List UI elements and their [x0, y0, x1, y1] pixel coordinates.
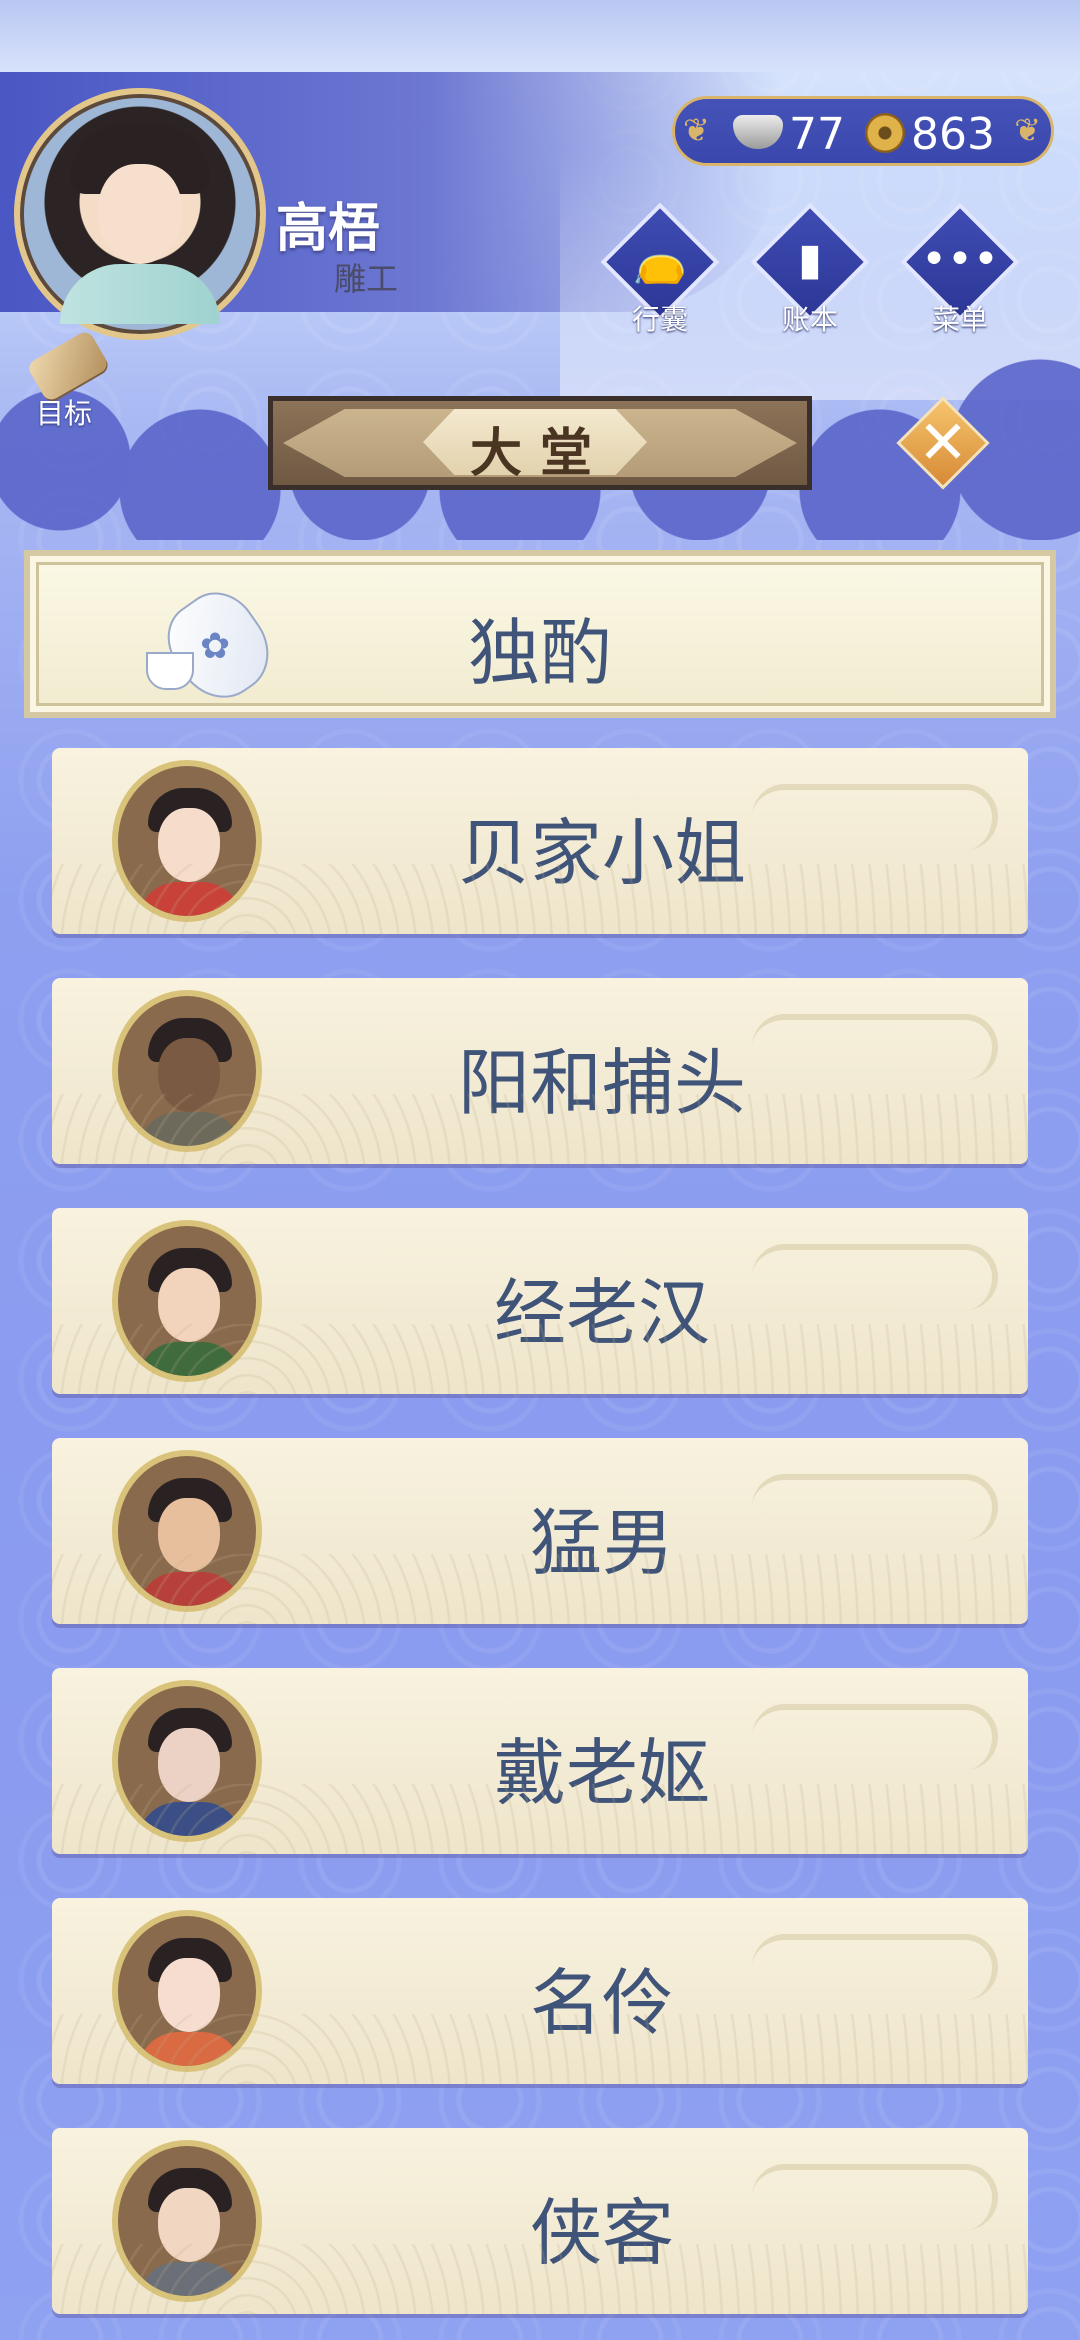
- portrait-face: [158, 2188, 220, 2262]
- portrait-face: [158, 1038, 220, 1112]
- hall-title-banner: 大堂: [268, 396, 812, 490]
- portrait-clothing: [138, 1342, 242, 1376]
- player-title: 雕工: [334, 260, 399, 298]
- character-card[interactable]: 猛男: [52, 1438, 1028, 1624]
- character-name: 猛男: [529, 1501, 674, 1585]
- character-portrait: [112, 990, 262, 1152]
- bag-button[interactable]: 👝 行囊: [598, 202, 722, 342]
- character-portrait: [112, 2140, 262, 2302]
- character-card[interactable]: 侠客: [52, 2128, 1028, 2314]
- character-name: 名伶: [529, 1961, 674, 2045]
- coin-amount: 863: [911, 109, 995, 160]
- portrait-clothing: [138, 2032, 242, 2066]
- portrait-face: [158, 1728, 220, 1802]
- portrait-face: [158, 1958, 220, 2032]
- bag-label: 行囊: [631, 303, 688, 336]
- status-bar-area: [0, 0, 1080, 72]
- ledger-label: 账本: [781, 303, 838, 336]
- hall-title: 大堂: [469, 424, 610, 484]
- player-name: 高梧: [276, 199, 381, 259]
- character-card[interactable]: 阳和捕头: [52, 978, 1028, 1164]
- goal-button[interactable]: 目标: [18, 328, 118, 430]
- character-portrait: [112, 1220, 262, 1382]
- character-name: 贝家小姐: [457, 811, 746, 895]
- character-name: 经老汉: [493, 1271, 710, 1355]
- ledger-icon: ▮: [797, 234, 823, 285]
- more-icon: •••: [921, 234, 999, 285]
- character-name: 阳和捕头: [457, 1041, 746, 1125]
- bamboo-icon: ❦: [1014, 111, 1041, 149]
- character-portrait: [112, 1680, 262, 1842]
- portrait-face: [158, 1268, 220, 1342]
- menu-button[interactable]: ••• 菜单: [898, 202, 1022, 342]
- silver-ingot-icon: [733, 115, 783, 149]
- portrait-clothing: [138, 1572, 242, 1606]
- avatar-robe: [60, 264, 220, 324]
- character-card[interactable]: 经老汉: [52, 1208, 1028, 1394]
- character-card[interactable]: 贝家小姐: [52, 748, 1028, 934]
- drink-alone-label: 独酌: [467, 611, 612, 695]
- character-portrait: [112, 1910, 262, 2072]
- close-icon: ✕: [917, 408, 969, 478]
- portrait-clothing: [138, 1112, 242, 1146]
- character-portrait: [112, 1450, 262, 1612]
- character-portrait: [112, 760, 262, 922]
- portrait-clothing: [138, 2262, 242, 2296]
- portrait-clothing: [138, 1802, 242, 1836]
- character-card[interactable]: 名伶: [52, 1898, 1028, 2084]
- silver-amount: 77: [789, 109, 845, 160]
- character-name: 侠客: [529, 2191, 674, 2275]
- close-button[interactable]: ✕: [896, 396, 990, 490]
- currency-bar: ❦ 77 863 ❦: [672, 96, 1054, 166]
- avatar-face: [98, 164, 182, 264]
- bag-icon: 👝: [632, 235, 688, 286]
- ledger-button[interactable]: ▮ 账本: [748, 202, 872, 342]
- goal-label: 目标: [36, 397, 93, 430]
- character-card[interactable]: 戴老妪: [52, 1668, 1028, 1854]
- portrait-face: [158, 1498, 220, 1572]
- copper-coin-icon: [865, 113, 905, 153]
- menu-label: 菜单: [931, 303, 988, 336]
- character-name: 戴老妪: [493, 1731, 710, 1815]
- player-avatar[interactable]: [14, 88, 266, 340]
- portrait-face: [158, 808, 220, 882]
- portrait-clothing: [138, 882, 242, 916]
- drink-alone-option[interactable]: ✿ 独酌: [24, 550, 1056, 718]
- bamboo-icon: ❦: [683, 111, 710, 149]
